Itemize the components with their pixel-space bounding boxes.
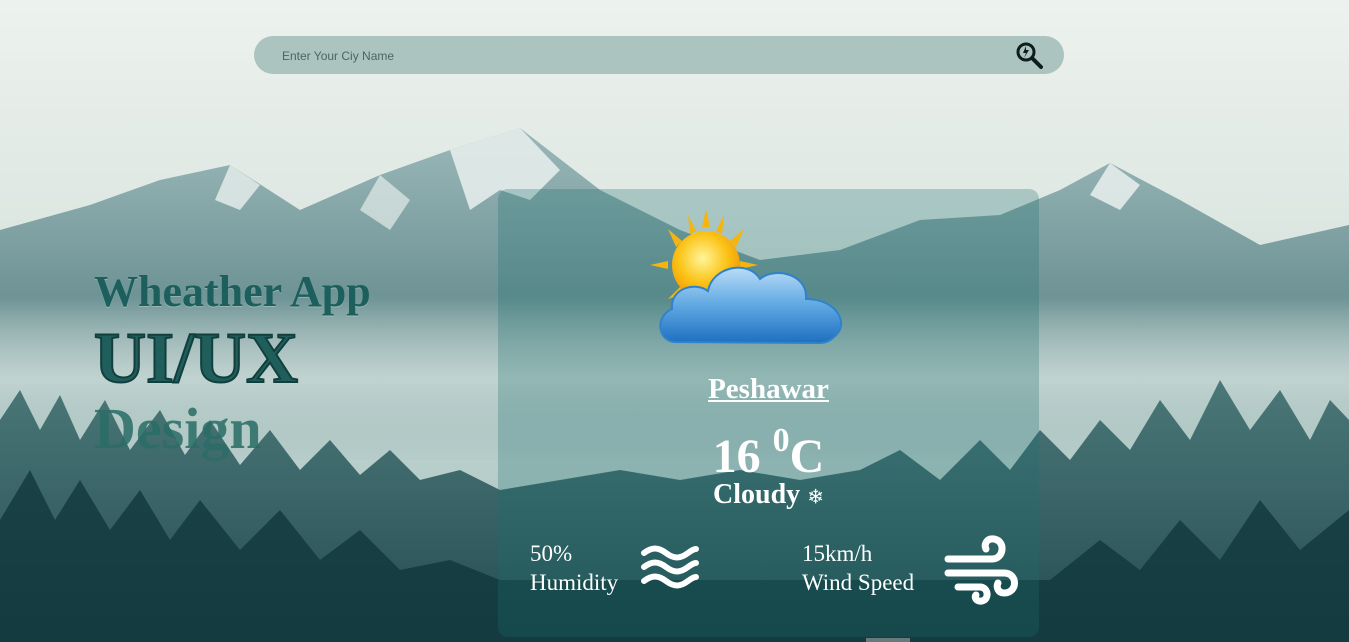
humidity-value: 50%	[530, 541, 573, 566]
heading-line-design: Design	[94, 396, 262, 461]
scroll-indicator	[866, 638, 910, 642]
temperature-unit: C	[789, 430, 825, 483]
waves-icon	[641, 545, 699, 589]
wind-stat: 15km/h Wind Speed	[802, 539, 914, 597]
city-search-input[interactable]	[280, 36, 1004, 76]
wind-label: Wind Speed	[802, 570, 915, 595]
wind-value: 15km/h	[802, 541, 873, 566]
humidity-stat: 50% Humidity	[530, 539, 618, 597]
city-name: Peshawar	[708, 373, 829, 405]
search-button[interactable]	[1014, 40, 1044, 70]
heading-line-app: Wheather App	[94, 267, 371, 316]
app-heading: Wheather App UI/UX Design	[93, 266, 371, 461]
temperature-value: 16	[712, 430, 761, 483]
degree-symbol: 0	[772, 422, 790, 459]
weather-condition: Cloudy ❄	[498, 479, 1039, 511]
search-icon	[1016, 42, 1043, 69]
weather-card: Peshawar 16 0C Cloudy ❄ 50% Humidity 15k…	[498, 189, 1039, 637]
heading-line-uiux: UI/UX	[93, 317, 299, 399]
humidity-label: Humidity	[530, 570, 619, 595]
wind-icon	[944, 535, 1018, 605]
temperature: 16 0C	[498, 415, 1039, 487]
snowflake-icon: ❄	[807, 484, 824, 509]
partly-cloudy-icon	[650, 209, 842, 345]
search-bar	[254, 36, 1064, 76]
condition-text: Cloudy	[713, 479, 801, 510]
